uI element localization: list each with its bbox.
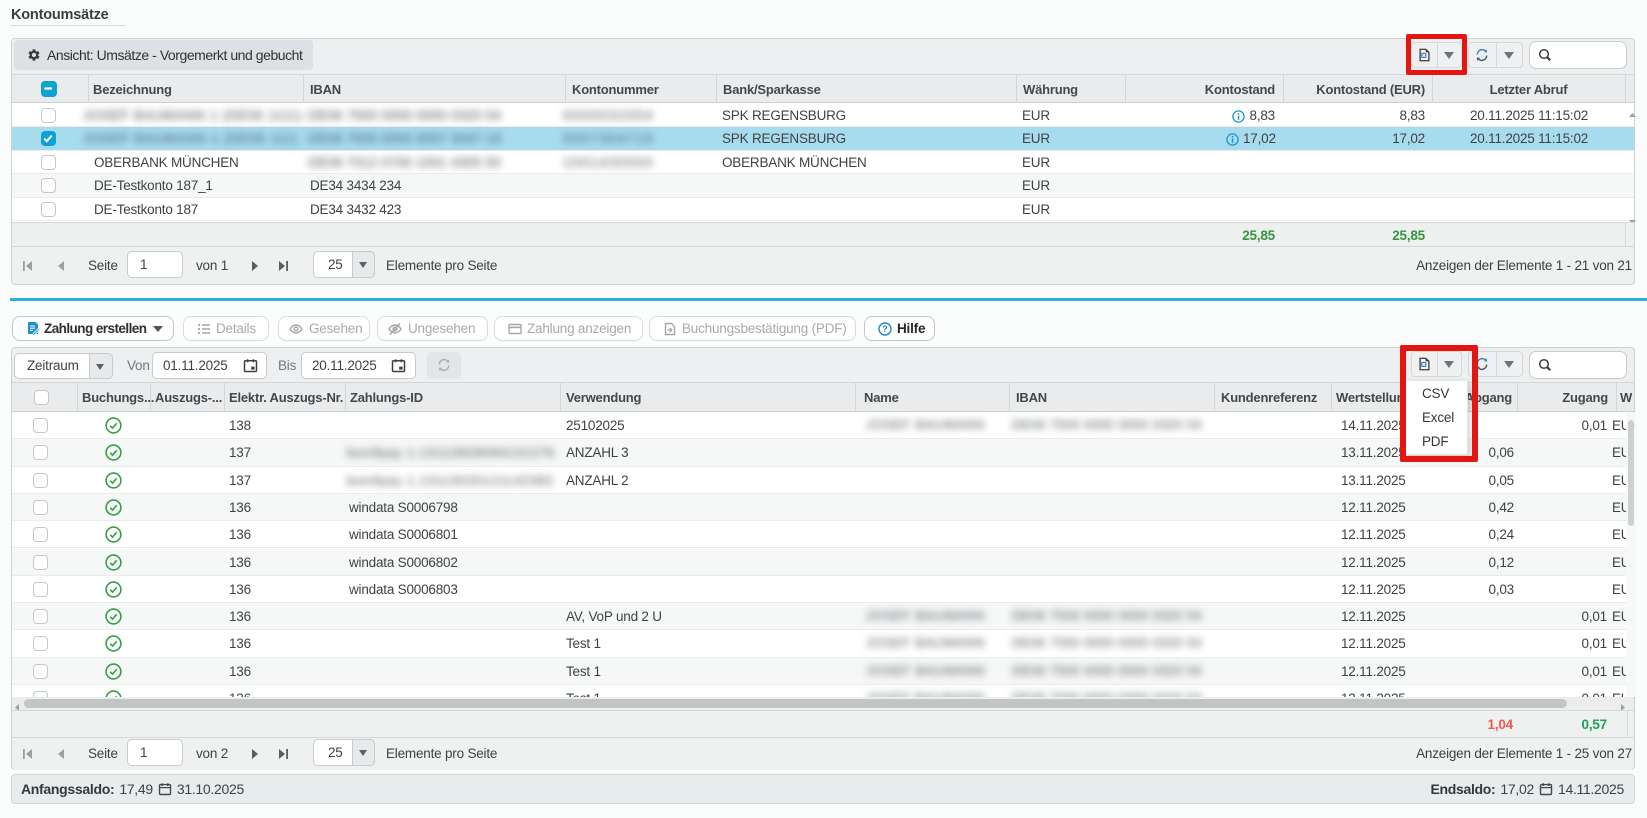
svg-text:?: ? [882,324,888,334]
